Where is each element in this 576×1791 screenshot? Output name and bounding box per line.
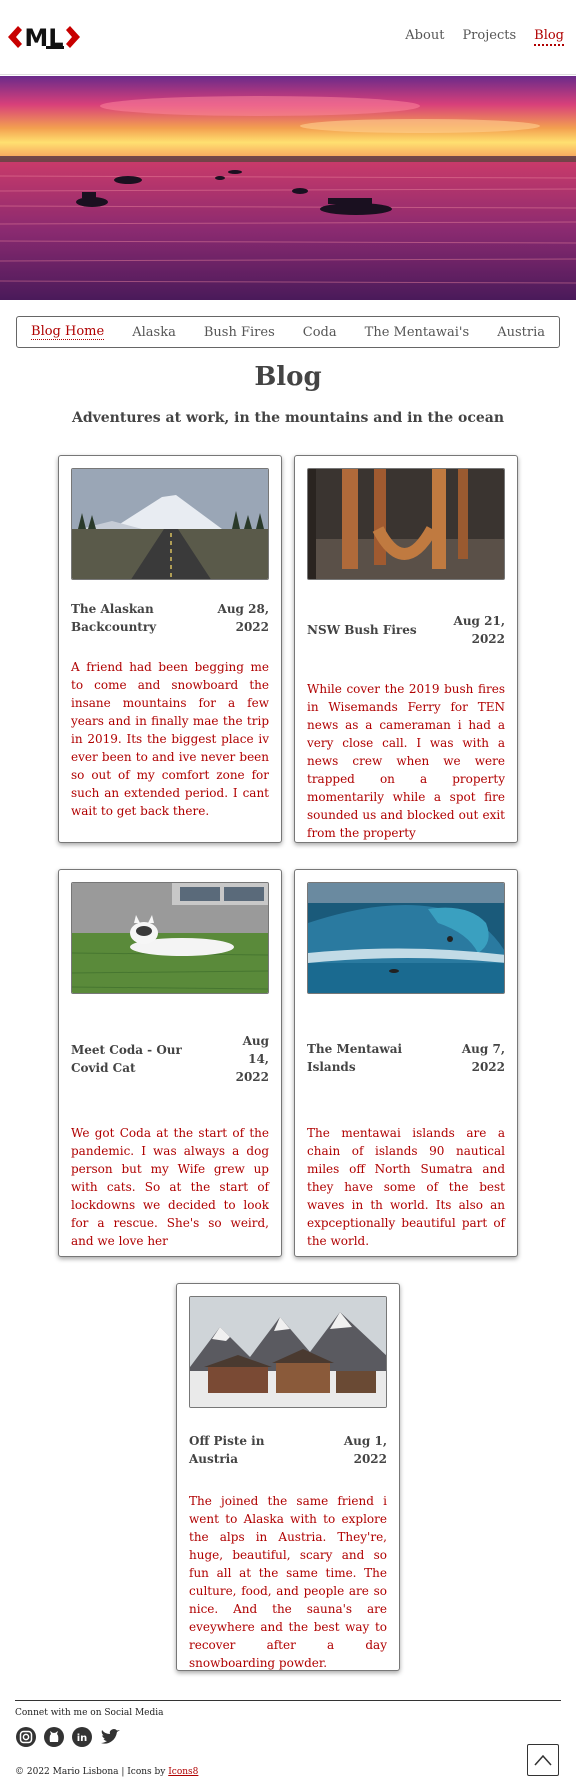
post-meta: Meet Coda - Our Covid Cat Aug 14, 2022 [71, 1032, 269, 1086]
post-date: Aug 14, 2022 [235, 1034, 269, 1084]
post-title[interactable]: Meet Coda - Our Covid Cat [71, 1041, 211, 1077]
mentawai-thumbnail[interactable] [307, 882, 505, 994]
subnav-austria[interactable]: Austria [497, 325, 545, 340]
post-card-mentawai[interactable]: The Mentawai Islands Aug 7, 2022 The men… [294, 869, 518, 1257]
post-card-alaska[interactable]: The Alaskan Backcountry Aug 28, 2022 A f… [58, 455, 282, 843]
github-icon[interactable] [43, 1726, 65, 1748]
hero-sunset-image [0, 76, 576, 300]
subnav-alaska[interactable]: Alaska [132, 325, 176, 340]
back-to-top-button[interactable] [527, 1744, 559, 1776]
post-excerpt: A friend had been begging me to come and… [71, 660, 269, 818]
twitter-icon[interactable] [99, 1726, 121, 1748]
subnav-coda[interactable]: Coda [303, 325, 337, 340]
nav-about[interactable]: About [405, 28, 444, 46]
post-title[interactable]: Off Piste in Austria [189, 1432, 317, 1468]
svg-text:in: in [77, 1733, 88, 1744]
social-links: in [15, 1726, 121, 1748]
post-meta: Off Piste in Austria Aug 1, 2022 [189, 1432, 387, 1468]
page-title: Blog [254, 362, 322, 392]
post-meta: The Mentawai Islands Aug 7, 2022 [307, 1040, 505, 1076]
chevron-up-icon [534, 1754, 552, 1766]
instagram-icon[interactable] [15, 1726, 37, 1748]
subnav-bush-fires[interactable]: Bush Fires [204, 325, 275, 340]
post-excerpt: The joined the same friend i went to Ala… [189, 1494, 387, 1670]
nav-projects[interactable]: Projects [462, 28, 516, 46]
icons8-link[interactable]: Icons8 [168, 1767, 198, 1777]
site-header: ML About Projects Blog [0, 0, 576, 75]
post-meta: NSW Bush Fires Aug 21, 2022 [307, 612, 505, 648]
post-meta: The Alaskan Backcountry Aug 28, 2022 [71, 600, 269, 636]
linkedin-icon[interactable]: in [71, 1726, 93, 1748]
subnav-mentawais[interactable]: The Mentawai's [365, 325, 470, 340]
post-title[interactable]: The Mentawai Islands [307, 1040, 435, 1076]
post-date: Aug 28, 2022 [217, 602, 269, 634]
subnav-blog-home[interactable]: Blog Home [31, 324, 105, 340]
bush-fires-thumbnail[interactable] [307, 468, 505, 580]
post-date: Aug 1, 2022 [343, 1434, 387, 1466]
post-card-bush-fires[interactable]: NSW Bush Fires Aug 21, 2022 While cover … [294, 455, 518, 843]
connect-text: Connet with me on Social Media [15, 1708, 164, 1718]
post-card-coda[interactable]: Meet Coda - Our Covid Cat Aug 14, 2022 W… [58, 869, 282, 1257]
post-card-austria[interactable]: Off Piste in Austria Aug 1, 2022 The joi… [176, 1283, 400, 1671]
logo[interactable]: ML [6, 22, 82, 52]
post-date: Aug 7, 2022 [461, 1042, 505, 1074]
page-subtitle: Adventures at work, in the mountains and… [71, 410, 504, 426]
footer-divider [15, 1700, 561, 1701]
nav-blog[interactable]: Blog [534, 28, 564, 46]
post-excerpt: The mentawai islands are a chain of isla… [307, 1126, 505, 1248]
austria-thumbnail[interactable] [189, 1296, 387, 1408]
copyright-text: © 2022 Mario Lisbona | Icons by [15, 1767, 169, 1777]
post-excerpt: We got Coda at the start of the pandemic… [71, 1126, 269, 1248]
coda-thumbnail[interactable] [71, 882, 269, 994]
post-excerpt: While cover the 2019 bush fires in Wisem… [307, 682, 505, 840]
copyright: © 2022 Mario Lisbona | Icons by Icons8 [15, 1767, 198, 1777]
post-title[interactable]: NSW Bush Fires [307, 621, 417, 639]
post-date: Aug 21, 2022 [453, 614, 505, 646]
alaska-thumbnail[interactable] [71, 468, 269, 580]
blog-subnav: Blog Home Alaska Bush Fires Coda The Men… [16, 316, 560, 348]
main-nav: About Projects Blog [405, 28, 564, 46]
post-title[interactable]: The Alaskan Backcountry [71, 600, 189, 636]
